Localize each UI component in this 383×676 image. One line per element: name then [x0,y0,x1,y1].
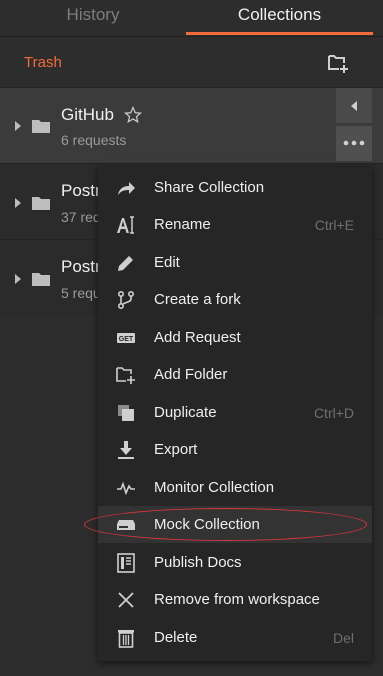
trash-icon [118,630,134,648]
share-icon [118,182,135,195]
star-icon[interactable] [124,106,142,124]
menu-item-label: Monitor Collection [154,479,275,496]
server-icon [117,520,135,530]
menu-item-add-folder[interactable]: Add Folder [98,356,372,393]
menu-item-delete[interactable]: Delete Del [98,619,372,656]
caret-right-icon[interactable] [13,197,23,209]
expand-collection-button[interactable] [336,88,372,123]
menu-item-rename[interactable]: Rename Ctrl+E [98,206,372,243]
menu-item-label: Add Folder [154,366,228,383]
menu-item-label: Rename [154,216,211,233]
menu-item-share-collection[interactable]: Share Collection [98,169,372,206]
menu-item-remove-from-workspace[interactable]: Remove from workspace [98,581,372,618]
collection-row[interactable]: GitHub 6 requests [0,87,383,164]
duplicate-icon [118,405,134,421]
collection-request-count: 37 req [61,209,101,225]
more-dots-icon [343,140,365,146]
menu-item-export[interactable]: Export [98,431,372,468]
sidebar-tabs: History Collections [0,0,383,37]
menu-item-edit[interactable]: Edit [98,244,372,281]
tab-history[interactable]: History [0,0,186,36]
caret-left-icon [351,101,357,111]
collection-request-count: 5 requ [61,285,101,301]
collection-context-menu: Share Collection Rename Ctrl+E Edit Crea… [98,167,372,661]
pencil-icon [118,256,133,271]
menu-item-shortcut: Ctrl+D [313,405,354,421]
menu-item-monitor-collection[interactable]: Monitor Collection [98,469,372,506]
collection-more-button[interactable] [336,126,372,161]
document-icon [117,553,135,573]
menu-item-label: Publish Docs [154,554,242,571]
menu-item-label: Mock Collection [154,516,260,533]
menu-item-shortcut: Del [332,630,354,646]
close-icon [118,592,134,608]
menu-item-label: Add Request [154,329,241,346]
add-folder-icon [116,367,135,384]
collection-name: GitHub [61,105,114,124]
menu-item-publish-docs[interactable]: Publish Docs [98,544,372,581]
caret-right-icon[interactable] [13,120,23,132]
menu-item-label: Export [154,441,198,458]
tab-collections[interactable]: Collections [186,0,373,36]
get-request-icon: GET [117,333,135,343]
menu-item-shortcut: Ctrl+E [314,217,354,233]
menu-item-label: Delete [154,629,198,646]
download-icon [118,441,134,459]
svg-text:GET: GET [119,336,134,343]
pulse-icon [117,481,135,496]
rename-icon [117,216,134,234]
menu-item-mock-collection[interactable]: Mock Collection [98,506,372,543]
folder-icon [32,197,50,210]
menu-item-label: Edit [154,254,180,271]
folder-icon [32,120,50,133]
menu-item-label: Duplicate [154,404,217,421]
trash-link[interactable]: Trash [24,54,62,71]
caret-right-icon[interactable] [13,273,23,285]
menu-item-label: Share Collection [154,179,265,196]
collections-toolbar: Trash [0,37,383,87]
menu-item-add-request[interactable]: GET Add Request [98,319,372,356]
menu-item-label: Create a fork [154,291,241,308]
folder-icon [32,273,50,286]
menu-item-create-fork[interactable]: Create a fork [98,281,372,318]
menu-item-label: Remove from workspace [154,591,320,608]
active-tab-indicator [186,32,373,35]
menu-item-duplicate[interactable]: Duplicate Ctrl+D [98,394,372,431]
new-collection-icon[interactable] [326,51,350,75]
collection-request-count: 6 requests [61,132,127,148]
fork-icon [117,290,135,310]
